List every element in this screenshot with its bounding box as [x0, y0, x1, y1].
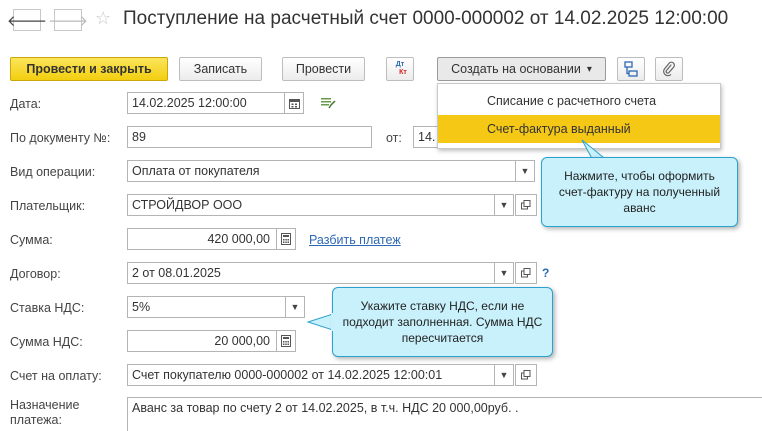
invoice-hint-tooltip: Нажмите, чтобы оформить счет-фактуру на … [541, 157, 738, 227]
dt-kt-icon: Дт Кт [395, 61, 407, 76]
tooltip-pointer-joint [331, 313, 334, 331]
chevron-down-icon: ▾ [586, 63, 592, 75]
purpose-textarea[interactable]: Аванс за товар по счету 2 от 14.02.2025,… [127, 397, 762, 431]
invoice-open-button[interactable] [515, 364, 537, 386]
contract-label: Договор: [10, 267, 61, 281]
operation-type-label: Вид операции: [10, 165, 96, 179]
doc-date-field[interactable]: 14. [413, 126, 439, 148]
post-and-close-button[interactable]: Провести и закрыть [10, 57, 168, 81]
calculator-icon [281, 335, 291, 347]
document-structure-icon [624, 61, 638, 77]
dt-kt-button[interactable]: Дт Кт [386, 57, 414, 81]
purpose-label-line2: платежа: [10, 413, 62, 427]
paperclip-icon [663, 61, 675, 77]
save-button[interactable]: Записать [179, 57, 262, 81]
open-window-icon [521, 268, 531, 278]
structure-button[interactable] [617, 57, 645, 81]
tooltip-pointer-joint [589, 164, 613, 166]
page-title: Поступление на расчетный счет 0000-00000… [123, 8, 729, 29]
calculator-icon [281, 233, 291, 245]
invoice-field[interactable]: Счет покупателю 0000-000002 от 14.02.202… [127, 364, 495, 386]
contract-open-button[interactable] [515, 262, 537, 284]
chevron-down-icon: ▼ [499, 370, 509, 380]
calendar-icon [288, 98, 300, 109]
attach-button[interactable] [655, 57, 683, 81]
amount-field[interactable]: 420 000,00 [127, 228, 277, 250]
purpose-label: Назначение [10, 398, 80, 412]
doc-number-label: По документу №: [10, 131, 111, 145]
vat-hint-tooltip: Укажите ставку НДС, если не подходит зап… [332, 287, 553, 357]
open-window-icon [521, 200, 531, 210]
operation-type-dropdown[interactable]: ▼ [516, 160, 535, 182]
amount-label: Сумма: [10, 233, 53, 247]
payer-open-button[interactable] [515, 194, 537, 216]
doc-number-field[interactable]: 89 [127, 126, 372, 148]
split-payment-link[interactable]: Разбить платеж [309, 233, 401, 247]
payer-field[interactable]: СТРОЙДВОР ООО [127, 194, 495, 216]
date-field[interactable]: 14.02.2025 12:00:00 [127, 92, 285, 114]
create-based-on-button[interactable]: Создать на основании ▾ [437, 57, 606, 81]
edit-list-icon[interactable] [320, 96, 336, 113]
help-icon[interactable]: ? [542, 266, 549, 280]
vat-amount-field[interactable]: 20 000,00 [127, 330, 277, 352]
vat-amount-label: Сумма НДС: [10, 335, 83, 349]
contract-dropdown[interactable]: ▼ [495, 262, 514, 284]
vat-amount-calculator-button[interactable] [277, 330, 296, 352]
arrow-right-icon: 🡒 [47, 12, 89, 30]
invoice-label: Счет на оплату: [10, 369, 102, 383]
contract-field[interactable]: 2 от 08.01.2025 [127, 262, 495, 284]
invoice-dropdown[interactable]: ▼ [495, 364, 514, 386]
create-based-on-label: Создать на основании [451, 62, 581, 76]
operation-type-field[interactable]: Оплата от покупателя [127, 160, 516, 182]
chevron-down-icon: ▼ [520, 166, 530, 176]
menu-item-bank-withdrawal[interactable]: Списание с расчетного счета [438, 87, 720, 115]
chevron-down-icon: ▼ [499, 200, 509, 210]
arrow-left-icon: 🡐 [6, 12, 48, 30]
forward-button[interactable]: 🡒 [48, 9, 88, 31]
favorite-star-icon[interactable]: ☆ [95, 8, 111, 29]
post-button[interactable]: Провести [282, 57, 365, 81]
vat-rate-dropdown[interactable]: ▼ [286, 296, 305, 318]
payer-label: Плательщик: [10, 199, 86, 213]
vat-rate-label: Ставка НДС: [10, 301, 85, 315]
amount-calculator-button[interactable] [277, 228, 296, 250]
calendar-button[interactable] [285, 92, 304, 114]
doc-date-label: от: [386, 131, 402, 145]
open-window-icon [521, 370, 531, 380]
vat-rate-field[interactable]: 5% [127, 296, 286, 318]
payer-dropdown[interactable]: ▼ [495, 194, 514, 216]
chevron-down-icon: ▼ [290, 302, 300, 312]
date-label: Дата: [10, 97, 42, 111]
chevron-down-icon: ▼ [499, 268, 509, 278]
back-button[interactable]: 🡐 [7, 9, 47, 31]
